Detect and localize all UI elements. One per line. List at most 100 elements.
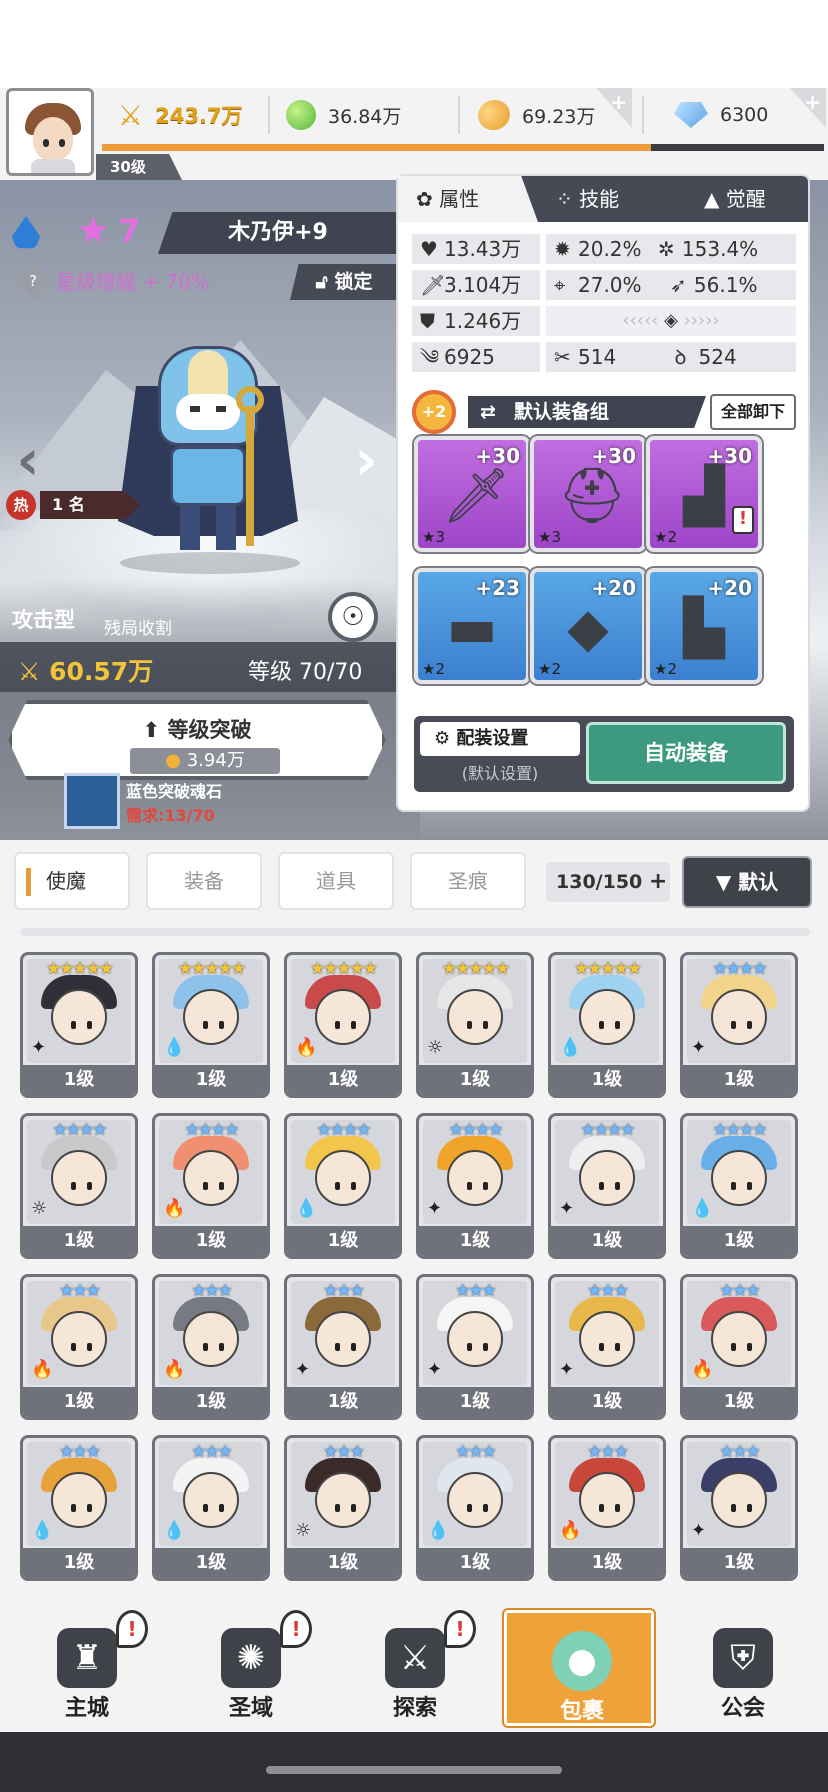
- slot-stars: ★2: [654, 528, 677, 546]
- level-breakthrough-button[interactable]: ⬆ 等级突破 ● 3.94万: [8, 700, 386, 780]
- tab-stigmata[interactable]: 圣痕: [410, 852, 526, 910]
- xp-progress-bar: [102, 144, 824, 151]
- familiar-card[interactable]: ★★★★★ 💧 1级: [152, 952, 270, 1098]
- familiar-card[interactable]: ★★★★ 💧 1级: [284, 1113, 402, 1259]
- element-icon: ☼: [31, 1198, 48, 1219]
- hero-figure[interactable]: [118, 346, 298, 556]
- familiar-card[interactable]: ★★★ 💧 1级: [416, 1435, 534, 1581]
- star-boost[interactable]: ? 星级增幅 + 70%: [14, 262, 210, 299]
- soul-stone-need: 需求:13/70: [126, 806, 215, 825]
- familiar-stars: ★★★★: [52, 1120, 108, 1140]
- nav-item[interactable]: ♜ 主城!: [12, 1610, 162, 1726]
- soul-stone-icon[interactable]: [64, 773, 120, 829]
- familiar-card[interactable]: ★★★★★ ✦ 1级: [20, 952, 138, 1098]
- familiar-card[interactable]: ★★★★★ 🔥 1级: [284, 952, 402, 1098]
- gear-group-selector[interactable]: ⇄ 默认装备组: [468, 396, 706, 428]
- familiar-card[interactable]: ★★★★ ✦ 1级: [416, 1113, 534, 1259]
- equipment-slot[interactable]: ▬ +23 ★2: [414, 568, 530, 684]
- familiar-card[interactable]: ★★★ 💧 1级: [20, 1435, 138, 1581]
- familiar-card[interactable]: ★★★ ✦ 1级: [680, 1435, 798, 1581]
- nav-item[interactable]: ● 包裹: [504, 1610, 654, 1726]
- sword-icon: 🗡︎: [442, 464, 511, 527]
- nav-item[interactable]: ✺ 圣域!: [176, 1610, 326, 1726]
- familiar-card[interactable]: ★★★★ ☼ 1级: [20, 1113, 138, 1259]
- system-footer: [0, 1732, 828, 1792]
- equipment-slot[interactable]: ▙ +20 ★2: [646, 568, 762, 684]
- familiar-card[interactable]: ★★★★ 💧 1级: [680, 1113, 798, 1259]
- crosshair-icon: ⌖: [554, 273, 566, 297]
- nav-item[interactable]: ⛨ 公会: [668, 1610, 818, 1726]
- familiar-card[interactable]: ★★★ 🔥 1级: [680, 1274, 798, 1420]
- add-diamond-button[interactable]: +: [790, 88, 826, 128]
- element-icon: ✦: [427, 1359, 443, 1380]
- lock-button[interactable]: 🔓︎ 锁定: [290, 264, 398, 300]
- skin-swap-button[interactable]: ☉: [328, 592, 378, 642]
- home-indicator[interactable]: [266, 1766, 562, 1774]
- unequip-all-button[interactable]: 全部卸下: [710, 394, 796, 430]
- tab-attributes[interactable]: ✿ 属性: [398, 176, 538, 222]
- lock-icon: 🔓︎: [315, 271, 328, 293]
- power-currency: ⚔ 243.7万: [118, 92, 243, 138]
- equipment-slot[interactable]: ▟ +30 ★2!: [646, 436, 762, 552]
- familiar-card[interactable]: ★★★ 🔥 1级: [152, 1274, 270, 1420]
- familiar-card[interactable]: ★★★ 🔥 1级: [20, 1274, 138, 1420]
- tab-familiars[interactable]: 使魔: [14, 852, 130, 910]
- familiar-card[interactable]: ★★★ 💧 1级: [152, 1435, 270, 1581]
- prev-hero-arrow[interactable]: ‹: [8, 430, 48, 492]
- familiar-level: 1级: [23, 1548, 135, 1578]
- familiar-card[interactable]: ★★★ ✦ 1级: [284, 1274, 402, 1420]
- hero-level: 等级 70/70: [248, 660, 363, 685]
- gold-coin-icon: [473, 95, 515, 135]
- equipment-slot[interactable]: ⛑︎ +30 ★3: [530, 436, 646, 552]
- gear-bonus-badge[interactable]: +2: [412, 390, 456, 434]
- familiar-level: 1级: [419, 1065, 531, 1095]
- familiar-card[interactable]: ★★★ ☼ 1级: [284, 1435, 402, 1581]
- element-icon: 💧: [691, 1198, 714, 1219]
- familiar-card[interactable]: ★★★★ ✦ 1级: [680, 952, 798, 1098]
- nav-label: 公会: [720, 1696, 765, 1721]
- gear-icon: ⚙: [434, 728, 457, 749]
- question-icon: ?: [14, 262, 52, 299]
- gold-currency[interactable]: 69.23万: [473, 92, 595, 138]
- familiar-card[interactable]: ★★★ ✦ 1级: [416, 1274, 534, 1420]
- equipment-slot[interactable]: 🗡︎ +30 ★3: [414, 436, 530, 552]
- familiar-card[interactable]: ★★★★★ 💧 1级: [548, 952, 666, 1098]
- element-icon: 💧: [559, 1037, 582, 1058]
- stat-accuracy-dodge: ⌖ 27.0% ➶ 56.1%: [546, 270, 796, 300]
- tab-items[interactable]: 道具: [278, 852, 394, 910]
- add-gold-button[interactable]: +: [596, 88, 632, 128]
- hero-rank[interactable]: 热 1 名: [6, 490, 140, 520]
- familiar-card[interactable]: ★★★★ ✦ 1级: [548, 1113, 666, 1259]
- element-icon: 💧: [427, 1520, 450, 1541]
- slot-level: +30: [475, 444, 520, 468]
- water-drop-icon: [12, 216, 40, 249]
- familiar-card[interactable]: ★★★ 🔥 1级: [548, 1435, 666, 1581]
- up-arrow-icon: ⬆: [142, 718, 168, 742]
- element-icon: ✦: [31, 1037, 47, 1058]
- hot-icon: 热: [6, 490, 36, 520]
- loadout-config: ⚙ 配装设置 (默认设置) 自动装备: [414, 716, 794, 792]
- tab-awaken[interactable]: ▲ 觉醒: [704, 176, 766, 222]
- familiar-level: 1级: [419, 1387, 531, 1417]
- nav-item[interactable]: ⚔ 探索!: [340, 1610, 490, 1726]
- diamond-currency[interactable]: 6300: [674, 92, 768, 138]
- tab-equipment[interactable]: 装备: [146, 852, 262, 910]
- boots-icon: ▙: [683, 596, 725, 659]
- avatar-face: [33, 117, 73, 161]
- loadout-settings-button[interactable]: ⚙ 配装设置: [420, 722, 580, 756]
- familiar-stars: ★★★★★: [309, 959, 378, 979]
- familiar-card[interactable]: ★★★★ 🔥 1级: [152, 1113, 270, 1259]
- familiar-level: 1级: [287, 1226, 399, 1256]
- player-avatar[interactable]: [6, 88, 94, 176]
- bag-capacity[interactable]: 130/150 +: [546, 862, 670, 902]
- familiar-stars: ★★★★★: [45, 959, 114, 979]
- auto-equip-button[interactable]: 自动装备: [586, 722, 786, 784]
- element-icon: 💧: [295, 1198, 318, 1219]
- sort-dropdown[interactable]: ▼ 默认: [682, 856, 812, 908]
- next-hero-arrow[interactable]: ›: [346, 430, 386, 492]
- familiar-card[interactable]: ★★★ ✦ 1级: [548, 1274, 666, 1420]
- tab-skills[interactable]: ⁘ 技能: [556, 176, 619, 222]
- equipment-slot[interactable]: ◆ +20 ★2: [530, 568, 646, 684]
- castle-icon: ♜: [57, 1628, 117, 1688]
- familiar-card[interactable]: ★★★★★ ☼ 1级: [416, 952, 534, 1098]
